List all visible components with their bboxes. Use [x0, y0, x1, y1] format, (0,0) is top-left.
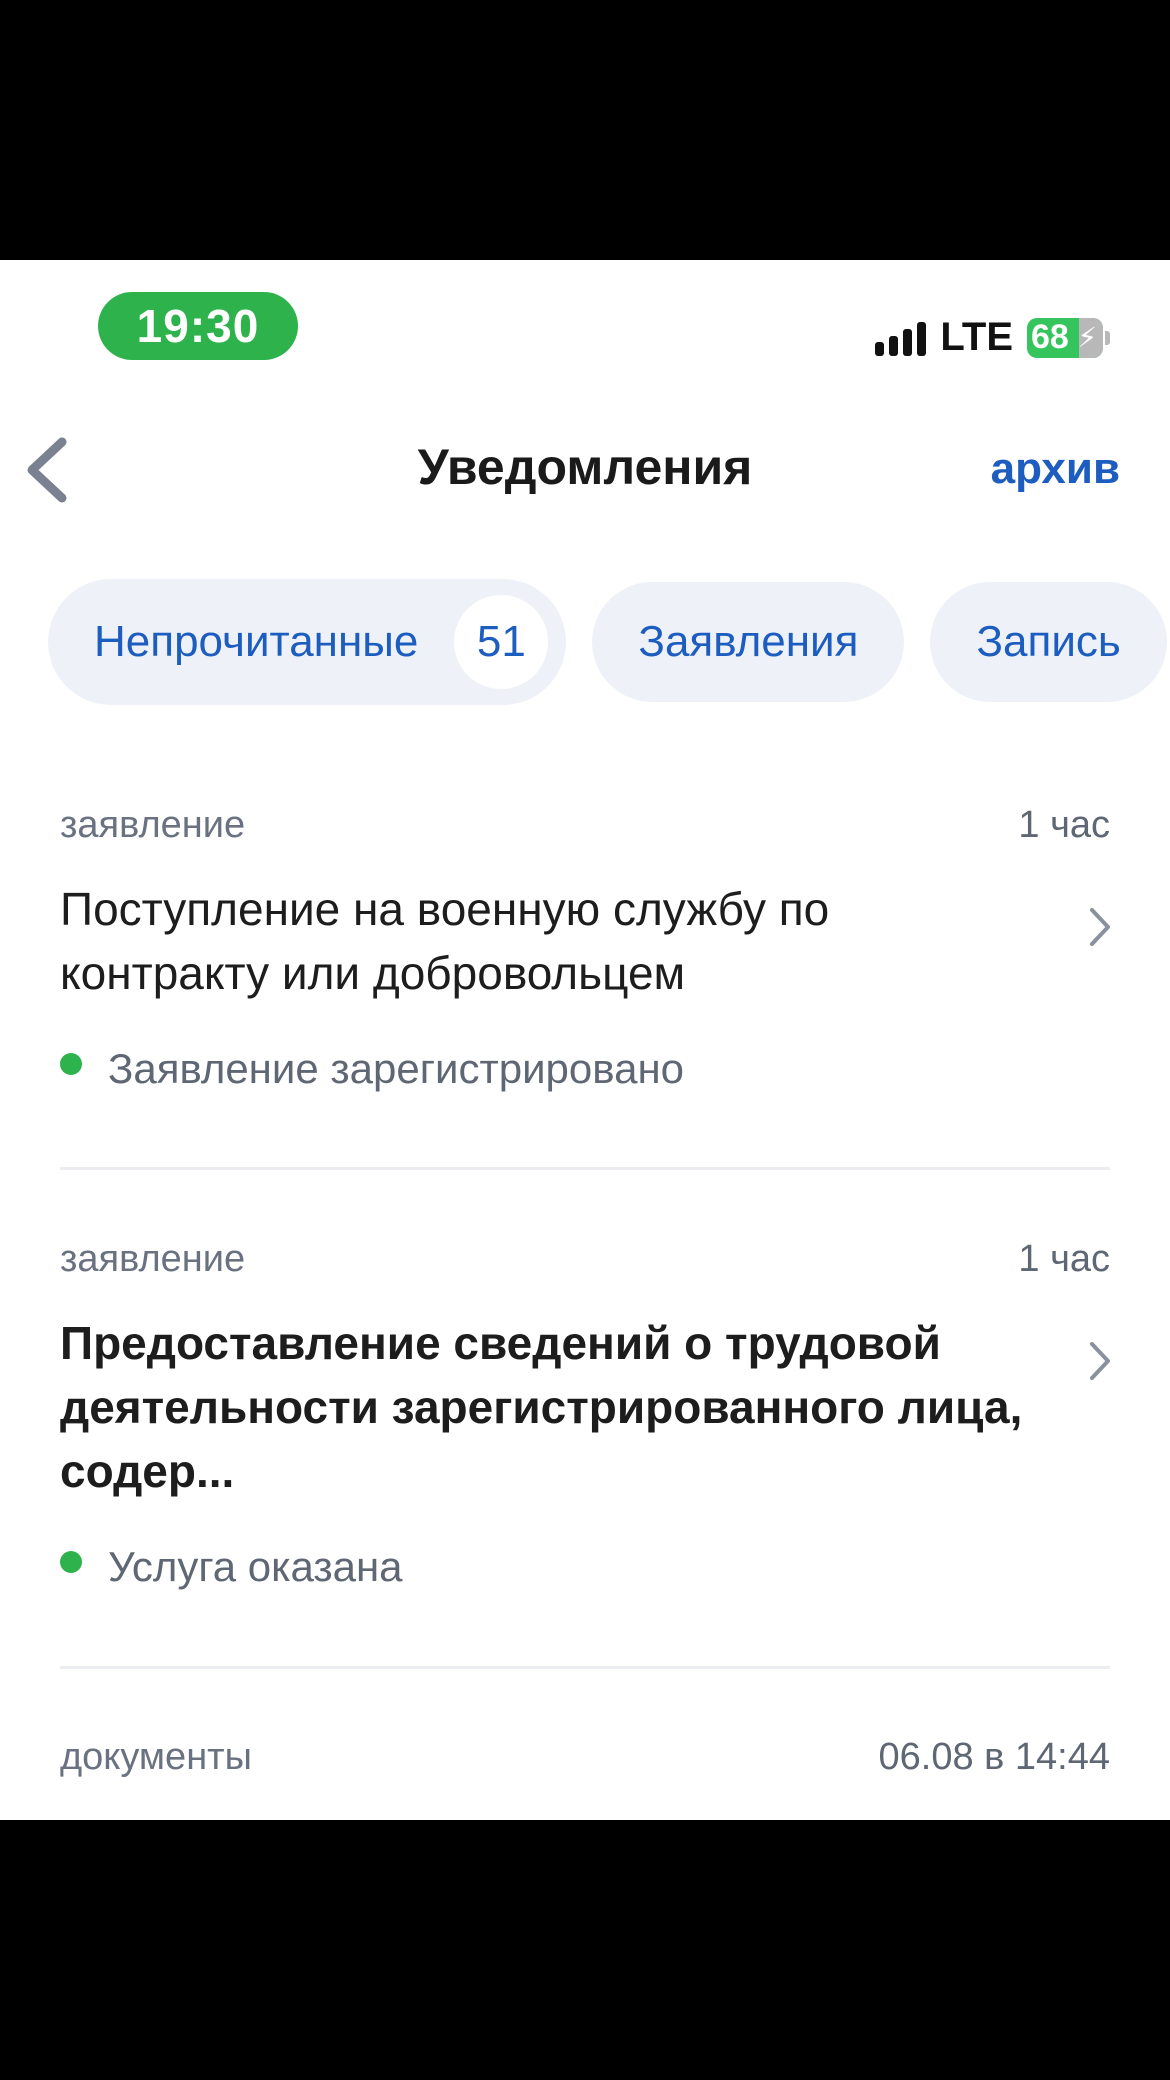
status-dot-icon: [60, 1551, 82, 1573]
notification-category: документы: [60, 1736, 252, 1778]
notification-item[interactable]: заявление 1 час Предоставление сведений …: [60, 1238, 1110, 1591]
status-text: Заявление зарегистрировано: [108, 1045, 685, 1092]
notification-title: Предоставление сведений о трудовой деяте…: [60, 1317, 1023, 1497]
filter-chips: Непрочитанные 51 Заявления Запись: [48, 579, 1167, 705]
notification-category: заявление: [60, 804, 246, 846]
filter-chip-unread[interactable]: Непрочитанные 51: [48, 579, 567, 705]
battery-tip: [1105, 330, 1110, 345]
notification-item[interactable]: заявление 1 час Поступление на военную с…: [60, 804, 1110, 1093]
notification-time: 1 час: [1018, 804, 1110, 846]
notification-time: 06.08 в 14:44: [878, 1736, 1111, 1778]
filter-chip-label: Запись: [976, 617, 1121, 666]
filter-chip-applications[interactable]: Заявления: [592, 582, 905, 702]
filter-chip-appointments[interactable]: Запись: [930, 582, 1167, 702]
filter-chip-label: Заявления: [638, 617, 859, 666]
divider: [60, 1167, 1110, 1170]
screen: 19:30 LTE 68 ⚡ Уведомления архив Непрочи…: [0, 260, 1170, 1820]
charging-icon: ⚡: [1077, 321, 1097, 353]
unread-count-badge: 51: [454, 595, 549, 689]
notification-header: документы 06.08 в 14:44: [60, 1736, 1110, 1779]
status-text: Услуга оказана: [108, 1543, 403, 1590]
chevron-right-icon: [1090, 908, 1110, 946]
notification-item[interactable]: документы 06.08 в 14:44: [60, 1736, 1110, 1779]
notification-category: заявление: [60, 1238, 246, 1280]
chevron-right-icon: [1090, 1342, 1110, 1380]
notification-time: 1 час: [1018, 1238, 1110, 1280]
divider: [60, 1666, 1110, 1669]
notification-header: заявление 1 час: [60, 1238, 1110, 1281]
filter-chip-label: Непрочитанные: [94, 617, 419, 666]
notification-title: Поступление на военную службу по контрак…: [60, 883, 830, 999]
notification-status: Заявление зарегистрировано: [60, 1045, 1110, 1093]
notification-status: Услуга оказана: [60, 1543, 1110, 1591]
battery-icon: 68 ⚡: [1027, 317, 1103, 358]
network-type: LTE: [940, 315, 1013, 359]
signal-icon: [875, 320, 927, 356]
archive-link[interactable]: архив: [991, 444, 1120, 494]
status-time: 19:30: [98, 292, 298, 360]
status-indicators: LTE 68 ⚡: [875, 315, 1110, 360]
battery-level: 68: [1031, 318, 1069, 356]
status-dot-icon: [60, 1053, 82, 1075]
notification-header: заявление 1 час: [60, 804, 1110, 847]
